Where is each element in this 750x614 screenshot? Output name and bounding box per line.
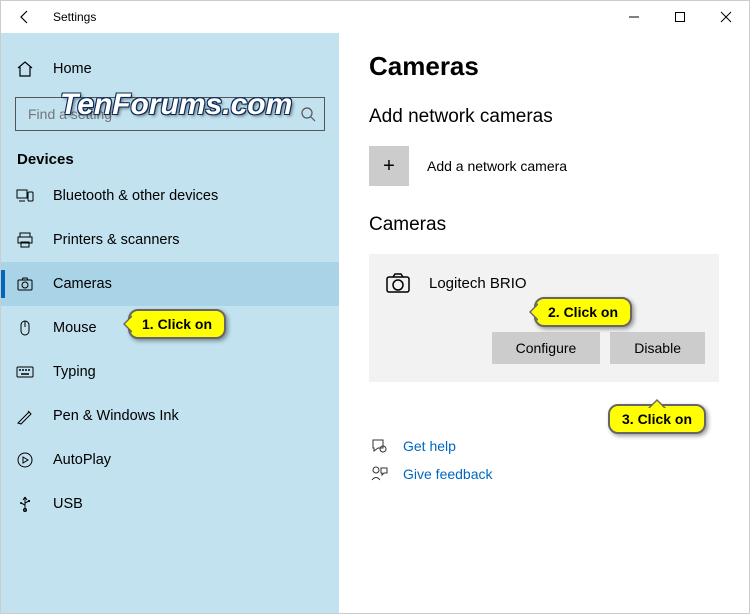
mouse-icon	[15, 318, 35, 338]
sidebar-item-mouse[interactable]: Mouse	[1, 306, 339, 350]
home-nav[interactable]: Home	[1, 47, 339, 91]
disable-button[interactable]: Disable	[610, 332, 705, 364]
sidebar-item-label: AutoPlay	[53, 452, 111, 468]
keyboard-icon	[15, 362, 35, 382]
sidebar-item-autoplay[interactable]: AutoPlay	[1, 438, 339, 482]
sidebar-item-label: Pen & Windows Ink	[53, 408, 179, 424]
sidebar-item-cameras[interactable]: Cameras	[1, 262, 339, 306]
search-box[interactable]	[15, 97, 325, 131]
sidebar-item-label: USB	[53, 496, 83, 512]
sidebar-item-label: Bluetooth & other devices	[53, 188, 218, 204]
help-icon	[369, 436, 389, 456]
printer-icon	[15, 230, 35, 250]
content-pane: Cameras Add network cameras + Add a netw…	[339, 33, 749, 613]
home-icon	[15, 59, 35, 79]
camera-icon	[15, 274, 35, 294]
plus-icon: +	[369, 146, 409, 186]
sidebar-item-label: Printers & scanners	[53, 232, 180, 248]
sidebar-item-label: Cameras	[53, 276, 112, 292]
autoplay-icon	[15, 450, 35, 470]
window-title: Settings	[53, 10, 96, 24]
sidebar-item-label: Typing	[53, 364, 96, 380]
get-help-link[interactable]: Get help	[403, 438, 456, 454]
sidebar-item-label: Mouse	[53, 320, 97, 336]
usb-icon	[15, 494, 35, 514]
give-feedback-link[interactable]: Give feedback	[403, 466, 493, 482]
sidebar-item-typing[interactable]: Typing	[1, 350, 339, 394]
cameras-heading: Cameras	[369, 214, 749, 236]
sidebar-item-usb[interactable]: USB	[1, 482, 339, 526]
titlebar: Settings	[1, 1, 749, 33]
page-title: Cameras	[369, 51, 749, 82]
close-button[interactable]	[703, 1, 749, 33]
configure-button[interactable]: Configure	[492, 332, 601, 364]
sidebar: Home Devices Bluetooth & other devices	[1, 33, 339, 613]
home-label: Home	[53, 61, 92, 77]
pen-icon	[15, 406, 35, 426]
camera-icon	[383, 268, 413, 298]
maximize-button[interactable]	[657, 1, 703, 33]
minimize-button[interactable]	[611, 1, 657, 33]
sidebar-item-printers[interactable]: Printers & scanners	[1, 218, 339, 262]
add-network-heading: Add network cameras	[369, 106, 749, 128]
sidebar-item-pen[interactable]: Pen & Windows Ink	[1, 394, 339, 438]
camera-device-name: Logitech BRIO	[429, 275, 527, 292]
camera-device-card[interactable]: Logitech BRIO Configure Disable	[369, 254, 719, 382]
section-header: Devices	[1, 141, 339, 174]
feedback-icon	[369, 464, 389, 484]
sidebar-item-bluetooth[interactable]: Bluetooth & other devices	[1, 174, 339, 218]
add-network-camera-label: Add a network camera	[427, 158, 567, 174]
settings-window: Settings Home Devices	[0, 0, 750, 614]
search-icon	[300, 106, 316, 122]
devices-icon	[15, 186, 35, 206]
add-network-camera-button[interactable]: + Add a network camera	[369, 146, 749, 186]
back-button[interactable]	[9, 1, 41, 33]
search-input[interactable]	[26, 105, 300, 123]
